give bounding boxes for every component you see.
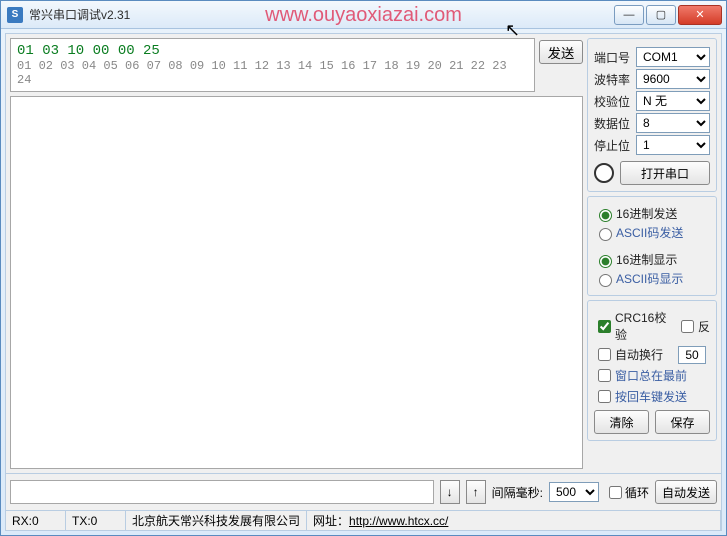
window-controls: — ▢ ✕: [612, 5, 722, 25]
parity-label: 校验位: [594, 93, 636, 110]
minimize-button[interactable]: —: [614, 5, 644, 25]
autowrap-checkbox[interactable]: 自动换行: [594, 345, 663, 364]
status-tx: TX:0: [66, 511, 126, 530]
databits-select[interactable]: 8: [636, 113, 710, 133]
topmost-checkbox[interactable]: 窗口总在最前: [594, 366, 710, 385]
port-select[interactable]: COM1: [636, 47, 710, 67]
status-bar: RX:0 TX:0 北京航天常兴科技发展有限公司 网址： http://www.…: [6, 510, 721, 530]
close-button[interactable]: ✕: [678, 5, 722, 25]
port-status-led: [594, 163, 614, 183]
byte-ruler: 01 02 03 04 05 06 07 08 09 10 11 12 13 1…: [17, 59, 528, 87]
status-rx: RX:0: [6, 511, 66, 530]
baud-label: 波特率: [594, 71, 636, 88]
status-url-link[interactable]: http://www.htcx.cc/: [349, 514, 448, 528]
title-bar[interactable]: S 常兴串口调试v2.31 — ▢ ✕: [1, 1, 726, 29]
send-hex-radio[interactable]: 16进制发送: [594, 205, 710, 222]
clear-button[interactable]: 清除: [594, 410, 649, 434]
history-input[interactable]: [10, 480, 434, 504]
auto-send-button[interactable]: 自动发送: [655, 480, 717, 504]
port-settings-group: 端口号 COM1 波特率 9600 校验位 N 无 数据位 8: [587, 38, 717, 192]
options-group: CRC16校验 反 自动换行 窗口总在最前 按回车键发送 清除 保存: [587, 300, 717, 441]
open-port-button[interactable]: 打开串口: [620, 161, 710, 185]
parity-select[interactable]: N 无: [636, 91, 710, 111]
window-title: 常兴串口调试v2.31: [29, 6, 130, 23]
interval-label: 间隔毫秒:: [492, 484, 543, 501]
history-down-button[interactable]: ↓: [440, 480, 460, 504]
enter-send-checkbox[interactable]: 按回车键发送: [594, 387, 710, 406]
bottom-bar: ↓ ↑ 间隔毫秒: 500 循环 自动发送: [6, 473, 721, 510]
baud-select[interactable]: 9600: [636, 69, 710, 89]
display-hex-radio[interactable]: 16进制显示: [594, 251, 710, 268]
autowrap-value-input[interactable]: [678, 346, 706, 364]
client-area: 01 03 10 00 00 25 01 02 03 04 05 06 07 0…: [5, 33, 722, 531]
send-button[interactable]: 发送: [539, 40, 583, 64]
send-ascii-radio[interactable]: ASCII码发送: [594, 224, 710, 241]
display-ascii-radio[interactable]: ASCII码显示: [594, 270, 710, 287]
app-window: S 常兴串口调试v2.31 — ▢ ✕ 01 03 10 00 00 25 01…: [0, 0, 727, 536]
maximize-button[interactable]: ▢: [646, 5, 676, 25]
save-button[interactable]: 保存: [655, 410, 710, 434]
status-url-label: 网址：: [313, 512, 349, 529]
send-command-text: 01 03 10 00 00 25: [17, 43, 528, 59]
reverse-checkbox[interactable]: 反: [677, 317, 710, 336]
send-input[interactable]: 01 03 10 00 00 25 01 02 03 04 05 06 07 0…: [10, 38, 535, 92]
port-label: 端口号: [594, 49, 636, 66]
mode-group: 16进制发送 ASCII码发送 16进制显示 ASCII码显示: [587, 196, 717, 296]
databits-label: 数据位: [594, 115, 636, 132]
stopbits-select[interactable]: 1: [636, 135, 710, 155]
status-company: 北京航天常兴科技发展有限公司: [126, 511, 307, 530]
receive-output[interactable]: [10, 96, 583, 469]
history-up-button[interactable]: ↑: [466, 480, 486, 504]
interval-select[interactable]: 500: [549, 482, 599, 502]
app-icon: S: [7, 7, 23, 23]
crc-checkbox[interactable]: CRC16校验: [594, 309, 677, 343]
stopbits-label: 停止位: [594, 137, 636, 154]
loop-checkbox[interactable]: 循环: [605, 483, 649, 502]
